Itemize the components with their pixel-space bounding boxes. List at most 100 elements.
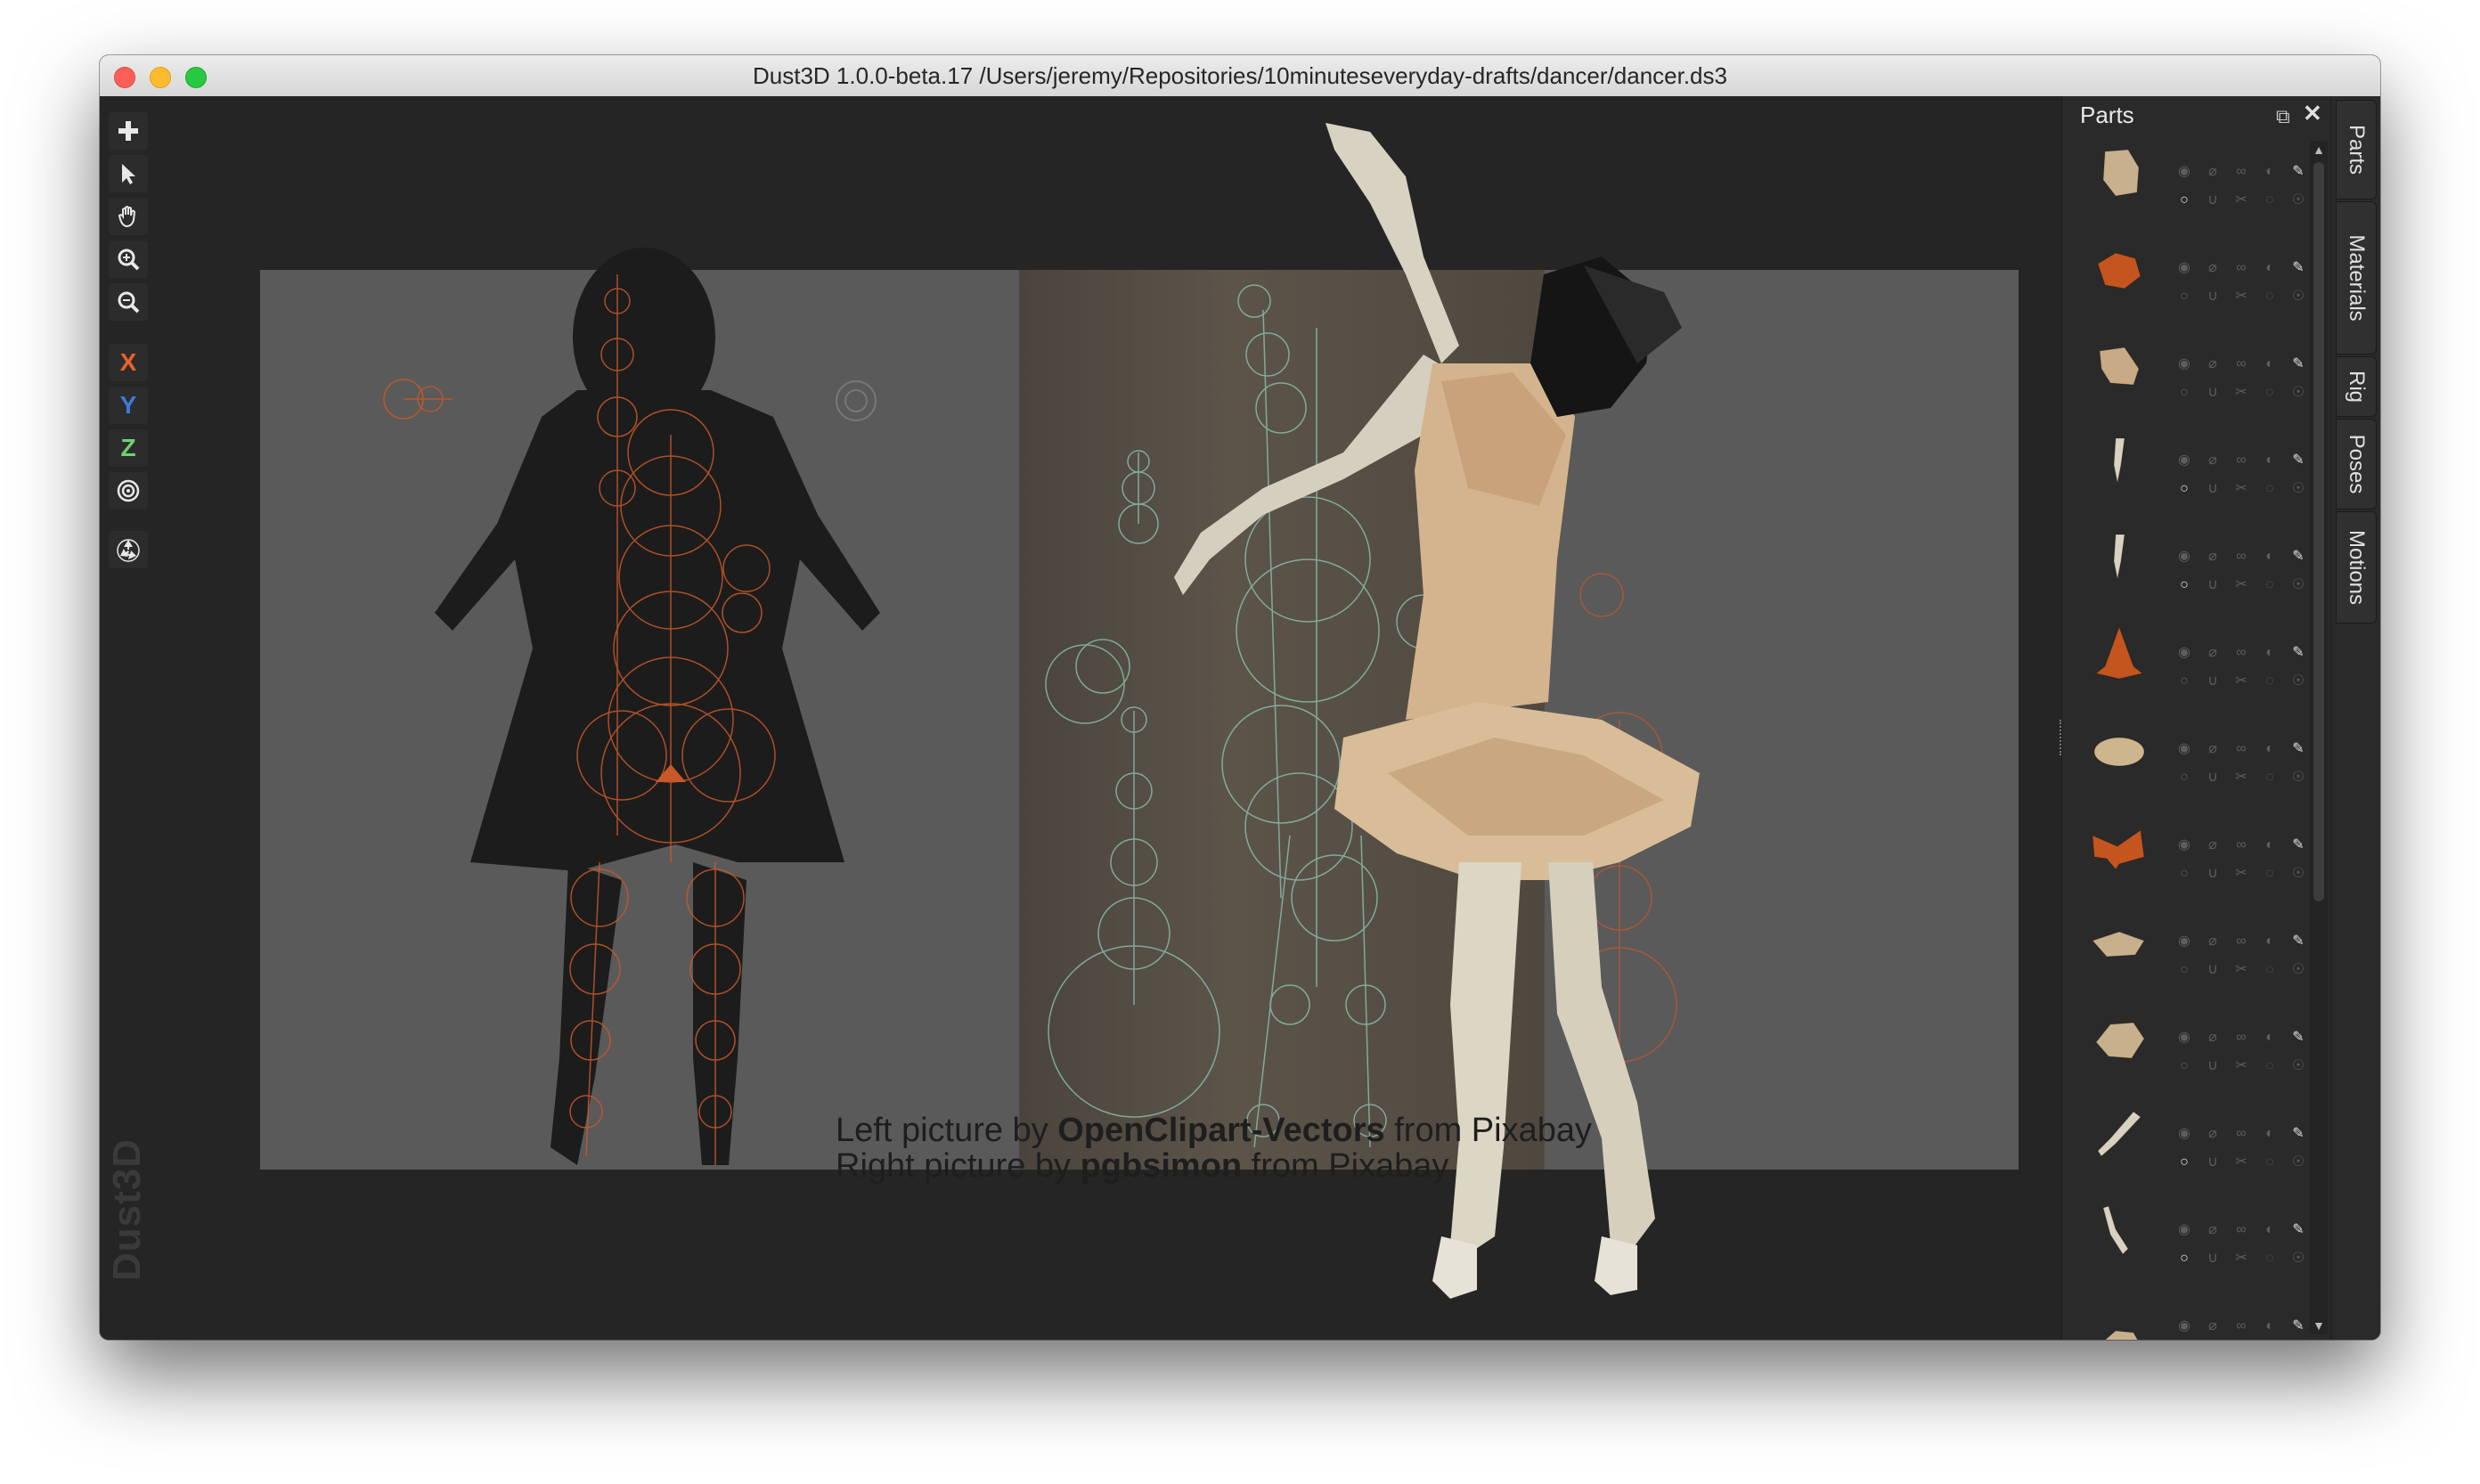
part-row[interactable]: ◉ ⌀ ∞ ◐ ✎ ○ ∪ ✂ ◌ ☉ [2062,1092,2312,1188]
lock-icon[interactable]: ⌀ [2205,549,2221,565]
eye-icon[interactable]: ◉ [2176,1030,2192,1046]
part-row[interactable]: ◉ ⌀ ∞ ◐ ✎ ○ ∪ ✂ ◌ ☉ [2062,322,2312,419]
zoom-out-button[interactable] [109,283,148,321]
subdivide-icon[interactable]: ○ [2176,673,2192,689]
y-axis-lock-button[interactable]: Y [109,387,148,424]
deform-icon[interactable]: ☉ [2290,962,2306,978]
radial-lock-button[interactable] [109,472,148,510]
color-picker-icon[interactable]: ✎ [2290,260,2306,276]
subdivide-icon[interactable]: ○ [2176,866,2192,882]
subdivide-icon[interactable]: ○ [2176,481,2192,497]
rounded-icon[interactable]: ∪ [2205,673,2221,689]
close-panel-icon[interactable]: ✕ [2303,100,2322,127]
link-icon[interactable]: ∞ [2233,1222,2249,1238]
lock-icon[interactable]: ⌀ [2205,164,2221,180]
tab-materials[interactable]: Materials [2336,201,2377,355]
part-row[interactable]: ◉ ⌀ ∞ ◐ ✎ ○ ∪ ✂ ◌ ☉ [2062,611,2312,707]
deform-icon[interactable]: ☉ [2290,1251,2306,1267]
mirror-icon[interactable]: ◐ [2262,1222,2278,1238]
mirror-icon[interactable]: ◐ [2262,1030,2278,1046]
pan-tool-button[interactable] [109,198,148,235]
eye-icon[interactable]: ◉ [2176,934,2192,950]
link-icon[interactable]: ∞ [2233,453,2249,469]
rounded-icon[interactable]: ∪ [2205,1251,2221,1267]
float-panel-icon[interactable]: ⧉ [2276,105,2290,128]
smooth-icon[interactable]: ◌ [2262,1154,2278,1170]
mirror-icon[interactable]: ◐ [2262,645,2278,661]
mirror-icon[interactable]: ◐ [2262,934,2278,950]
part-row[interactable]: ◉ ⌀ ∞ ◐ ✎ ○ ∪ ✂ ◌ ☉ [2062,226,2312,322]
deform-icon[interactable]: ☉ [2290,289,2306,305]
link-icon[interactable]: ∞ [2233,837,2249,853]
smooth-icon[interactable]: ◌ [2262,577,2278,593]
deform-icon[interactable]: ☉ [2290,1154,2306,1170]
deform-icon[interactable]: ☉ [2290,385,2306,401]
deform-icon[interactable]: ☉ [2290,770,2306,786]
subdivide-icon[interactable]: ○ [2176,289,2192,305]
mirror-icon[interactable]: ◐ [2262,549,2278,565]
chamfer-icon[interactable]: ✂ [2233,962,2249,978]
lock-icon[interactable]: ⌀ [2205,1126,2221,1142]
mirror-icon[interactable]: ◐ [2262,453,2278,469]
part-row[interactable]: ◉ ⌀ ∞ ◐ ✎ ○ ∪ ✂ ◌ ☉ [2062,1188,2312,1284]
scroll-up-icon[interactable]: ▲ [2312,143,2326,157]
rounded-icon[interactable]: ∪ [2205,770,2221,786]
rounded-icon[interactable]: ∪ [2205,962,2221,978]
rounded-icon[interactable]: ∪ [2205,481,2221,497]
lock-icon[interactable]: ⌀ [2205,260,2221,276]
color-picker-icon[interactable]: ✎ [2290,1222,2306,1238]
eye-icon[interactable]: ◉ [2176,356,2192,372]
rounded-icon[interactable]: ∪ [2205,192,2221,208]
eye-icon[interactable]: ◉ [2176,837,2192,853]
smooth-icon[interactable]: ◌ [2262,192,2278,208]
link-icon[interactable]: ∞ [2233,549,2249,565]
smooth-icon[interactable]: ◌ [2262,770,2278,786]
link-icon[interactable]: ∞ [2233,1126,2249,1142]
rounded-icon[interactable]: ∪ [2205,1154,2221,1170]
rounded-icon[interactable]: ∪ [2205,577,2221,593]
chamfer-icon[interactable]: ✂ [2233,289,2249,305]
link-icon[interactable]: ∞ [2233,164,2249,180]
chamfer-icon[interactable]: ✂ [2233,673,2249,689]
part-row[interactable]: ◉ ⌀ ∞ ◐ ✎ ○ ∪ ✂ ◌ ☉ [2062,900,2312,996]
lock-icon[interactable]: ⌀ [2205,356,2221,372]
eye-icon[interactable]: ◉ [2176,260,2192,276]
eye-icon[interactable]: ◉ [2176,164,2192,180]
part-row[interactable]: ◉ ⌀ ∞ ◐ ✎ ○ ∪ ✂ ◌ ☉ [2062,419,2312,515]
subdivide-icon[interactable]: ○ [2176,1251,2192,1267]
subdivide-icon[interactable]: ○ [2176,192,2192,208]
parts-scrollbar[interactable]: ▲ ▼ [2310,141,2328,1334]
rounded-icon[interactable]: ∪ [2205,866,2221,882]
rounded-icon[interactable]: ∪ [2205,289,2221,305]
lock-icon[interactable]: ⌀ [2205,934,2221,950]
deform-icon[interactable]: ☉ [2290,481,2306,497]
color-picker-icon[interactable]: ✎ [2290,1126,2306,1142]
color-picker-icon[interactable]: ✎ [2290,645,2306,661]
chamfer-icon[interactable]: ✂ [2233,1058,2249,1074]
chamfer-icon[interactable]: ✂ [2233,577,2249,593]
eye-icon[interactable]: ◉ [2176,1318,2192,1334]
mirror-icon[interactable]: ◐ [2262,1126,2278,1142]
tab-parts[interactable]: Parts [2336,100,2377,200]
mirror-icon[interactable]: ◐ [2262,741,2278,757]
eye-icon[interactable]: ◉ [2176,1222,2192,1238]
mirror-icon[interactable]: ◐ [2262,356,2278,372]
lock-icon[interactable]: ⌀ [2205,741,2221,757]
link-icon[interactable]: ∞ [2233,1030,2249,1046]
color-picker-icon[interactable]: ✎ [2290,934,2306,950]
lock-icon[interactable]: ⌀ [2205,453,2221,469]
smooth-icon[interactable]: ◌ [2262,289,2278,305]
part-row[interactable]: ◉ ⌀ ∞ ◐ ✎ ○ ∪ ✂ ◌ ☉ [2062,707,2312,803]
deform-icon[interactable]: ☉ [2290,577,2306,593]
mirror-icon[interactable]: ◐ [2262,164,2278,180]
link-icon[interactable]: ∞ [2233,934,2249,950]
eye-icon[interactable]: ◉ [2176,1126,2192,1142]
mirror-icon[interactable]: ◐ [2262,260,2278,276]
eye-icon[interactable]: ◉ [2176,549,2192,565]
tab-poses[interactable]: Poses [2336,419,2377,510]
chamfer-icon[interactable]: ✂ [2233,770,2249,786]
chamfer-icon[interactable]: ✂ [2233,192,2249,208]
part-row[interactable]: ◉ ⌀ ∞ ◐ ✎ ○ ∪ ✂ ◌ ☉ [2062,515,2312,611]
rounded-icon[interactable]: ∪ [2205,1058,2221,1074]
tab-rig[interactable]: Rig [2336,356,2377,417]
